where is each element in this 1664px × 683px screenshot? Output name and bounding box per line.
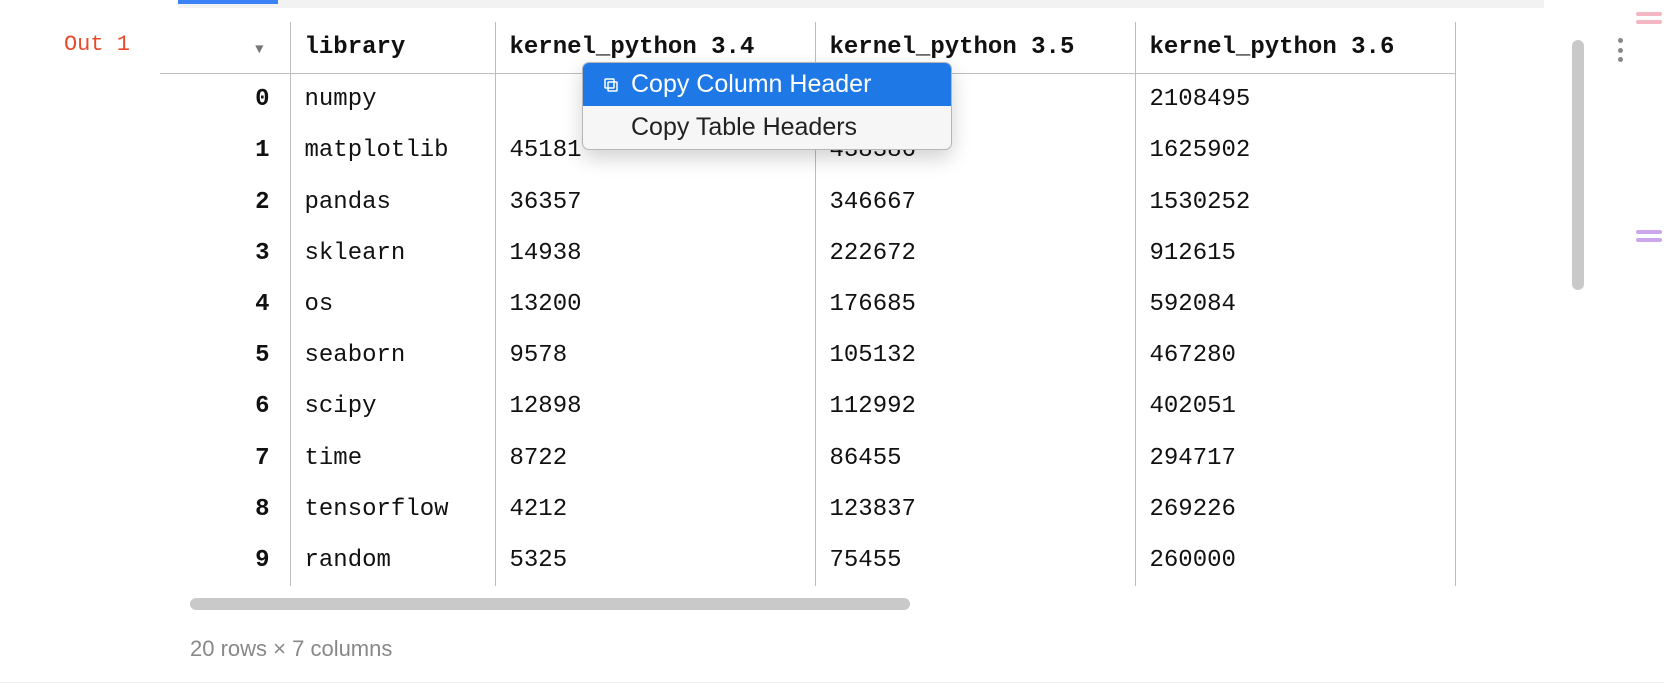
row-index: 5 <box>160 330 290 381</box>
table-cell: 123837 <box>815 484 1135 535</box>
table-cell: 1625902 <box>1135 125 1455 176</box>
output-cell: Out 1 ▼ library kernel_python 3.4 kernel… <box>0 0 1664 683</box>
table-cell: tensorflow <box>290 484 495 535</box>
table-cell: 13200 <box>495 279 815 330</box>
table-row: 7time872286455294717 <box>160 433 1455 484</box>
cell-active-indicator <box>178 0 278 4</box>
table-cell: 260000 <box>1135 535 1455 586</box>
table-cell: 9578 <box>495 330 815 381</box>
row-index: 6 <box>160 381 290 432</box>
table-cell: 176685 <box>815 279 1135 330</box>
table-row: 9random532575455260000 <box>160 535 1455 586</box>
table-cell: 402051 <box>1135 381 1455 432</box>
table-row: 3sklearn14938222672912615 <box>160 228 1455 279</box>
table-row: 8tensorflow4212123837269226 <box>160 484 1455 535</box>
table-cell: matplotlib <box>290 125 495 176</box>
table-cell: 14938 <box>495 228 815 279</box>
column-header-library[interactable]: library <box>290 22 495 74</box>
table-cell: 467280 <box>1135 330 1455 381</box>
cell-more-actions-button[interactable] <box>1606 36 1634 64</box>
row-index: 8 <box>160 484 290 535</box>
row-index: 3 <box>160 228 290 279</box>
index-header[interactable]: ▼ <box>160 22 290 74</box>
output-prompt: Out 1 <box>0 10 160 57</box>
context-menu-item[interactable]: Copy Column Header <box>583 63 951 106</box>
table-cell: 8722 <box>495 433 815 484</box>
table-cell: 86455 <box>815 433 1135 484</box>
context-menu-item-label: Copy Column Header <box>631 70 871 99</box>
table-cell: 36357 <box>495 177 815 228</box>
row-index: 0 <box>160 74 290 126</box>
table-cell: 269226 <box>1135 484 1455 535</box>
table-cell: time <box>290 433 495 484</box>
table-row: 4os13200176685592084 <box>160 279 1455 330</box>
table-cell: 592084 <box>1135 279 1455 330</box>
table-cell: 12898 <box>495 381 815 432</box>
table-cell: 346667 <box>815 177 1135 228</box>
output-area: ▼ library kernel_python 3.4 kernel_pytho… <box>160 10 1664 662</box>
table-cell: seaborn <box>290 330 495 381</box>
cell-toolbar-bg <box>178 0 1544 8</box>
row-index: 9 <box>160 535 290 586</box>
table-cell: 112992 <box>815 381 1135 432</box>
vertical-scrollbar-thumb[interactable] <box>1572 40 1584 290</box>
column-header-py36[interactable]: kernel_python 3.6 <box>1135 22 1455 74</box>
table-cell: random <box>290 535 495 586</box>
row-index: 4 <box>160 279 290 330</box>
horizontal-scrollbar[interactable] <box>190 598 1110 612</box>
table-cell: pandas <box>290 177 495 228</box>
table-cell: scipy <box>290 381 495 432</box>
table-cell: 5325 <box>495 535 815 586</box>
row-index: 2 <box>160 177 290 228</box>
table-cell: 2108495 <box>1135 74 1455 126</box>
table-shape-info: 20 rows × 7 columns <box>160 636 1544 662</box>
table-row: 6scipy12898112992402051 <box>160 381 1455 432</box>
table-row: 2pandas363573466671530252 <box>160 177 1455 228</box>
context-menu-item[interactable]: Copy Table Headers <box>583 106 951 149</box>
table-cell: numpy <box>290 74 495 126</box>
table-cell: 222672 <box>815 228 1135 279</box>
chevron-down-icon[interactable]: ▼ <box>255 42 269 58</box>
context-menu-item-label: Copy Table Headers <box>631 113 857 142</box>
horizontal-scrollbar-thumb[interactable] <box>190 598 910 610</box>
table-cell: sklearn <box>290 228 495 279</box>
table-cell: 75455 <box>815 535 1135 586</box>
context-menu: Copy Column Header Copy Table Headers <box>582 62 952 150</box>
table-cell: 1530252 <box>1135 177 1455 228</box>
table-cell: 294717 <box>1135 433 1455 484</box>
table-row: 5seaborn9578105132467280 <box>160 330 1455 381</box>
table-cell: 912615 <box>1135 228 1455 279</box>
row-index: 1 <box>160 125 290 176</box>
row-index: 7 <box>160 433 290 484</box>
table-cell: 4212 <box>495 484 815 535</box>
table-cell: os <box>290 279 495 330</box>
copy-icon <box>601 76 621 94</box>
table-cell: 105132 <box>815 330 1135 381</box>
